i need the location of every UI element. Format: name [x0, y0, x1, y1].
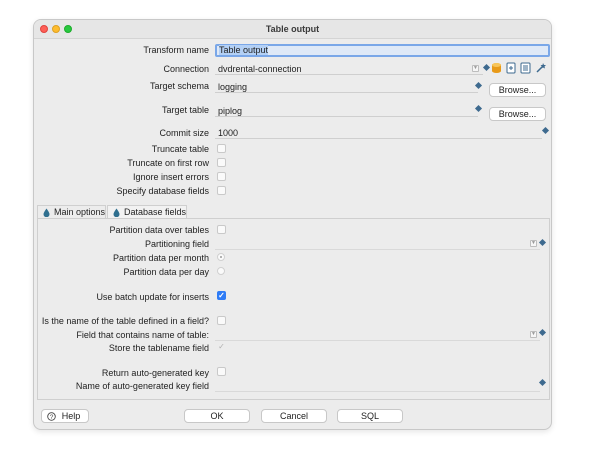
target-table-value: piplog	[218, 106, 243, 116]
table-output-dialog: Table output Transform name Table output…	[33, 19, 552, 430]
tab-database-fields-label: Database fields	[124, 207, 187, 217]
target-schema-input[interactable]: logging	[215, 81, 478, 93]
partitioning-field-chevron-icon[interactable]: ▼	[530, 240, 537, 247]
commit-size-value: 1000	[218, 128, 239, 138]
commit-size-label: Commit size	[159, 128, 209, 138]
target-schema-value: logging	[218, 82, 248, 92]
ignore-insert-errors-checkbox[interactable]	[217, 172, 226, 181]
store-tablename-checkbox[interactable]: ✓	[217, 343, 226, 352]
specify-db-fields-label: Specify database fields	[116, 186, 209, 196]
target-table-label: Target table	[161, 105, 209, 115]
store-tablename-label: Store the tablename field	[108, 343, 209, 353]
field-with-name-label: Field that contains name of table:	[76, 330, 209, 340]
transform-name-input[interactable]: Table output	[215, 44, 550, 57]
new-connection-icon[interactable]	[506, 62, 516, 74]
name-in-field-label: Is the name of the table defined in a fi…	[41, 316, 209, 326]
truncate-table-label: Truncate table	[151, 144, 209, 154]
wizard-icon[interactable]	[535, 62, 546, 74]
commit-size-input[interactable]: 1000	[215, 127, 542, 139]
ignore-insert-errors-label: Ignore insert errors	[132, 172, 209, 182]
field-with-name-select[interactable]	[215, 329, 540, 341]
target-table-input[interactable]: piplog	[215, 105, 478, 117]
target-schema-label: Target schema	[149, 81, 209, 91]
truncate-first-row-checkbox[interactable]	[217, 158, 226, 167]
partition-over-tables-label: Partition data over tables	[109, 225, 209, 235]
tab-main-options-label: Main options	[54, 207, 106, 217]
partition-per-day-radio[interactable]	[217, 267, 225, 275]
cancel-button[interactable]: Cancel	[261, 409, 327, 423]
specify-db-fields-checkbox[interactable]	[217, 186, 226, 195]
partitioning-field-label: Partitioning field	[144, 239, 209, 249]
database-icon[interactable]	[491, 62, 502, 74]
truncate-first-row-label: Truncate on first row	[127, 158, 209, 168]
sql-button[interactable]: SQL	[337, 409, 403, 423]
help-label: Help	[61, 411, 81, 421]
svg-text:?: ?	[50, 414, 54, 421]
target-table-browse-button[interactable]: Browse...	[489, 107, 546, 121]
droplet-icon	[113, 208, 120, 217]
partition-per-month-radio[interactable]	[217, 253, 225, 261]
connection-variable-diamond-icon	[482, 63, 491, 72]
connection-dropdown-chevron-icon[interactable]: ▼	[472, 65, 479, 72]
edit-connection-icon[interactable]	[520, 62, 531, 74]
key-field-name-label: Name of auto-generated key field	[75, 381, 209, 391]
batch-update-checkbox[interactable]: ✓	[217, 291, 226, 300]
partition-per-month-label: Partition data per month	[112, 253, 209, 263]
target-schema-browse-button[interactable]: Browse...	[489, 83, 546, 97]
connection-select[interactable]: dvdrental-connection	[215, 63, 483, 75]
help-icon: ?	[47, 412, 56, 421]
name-in-field-checkbox[interactable]	[217, 316, 226, 325]
connection-label: Connection	[163, 64, 209, 74]
truncate-table-checkbox[interactable]	[217, 144, 226, 153]
droplet-icon	[43, 208, 50, 217]
transform-name-label: Transform name	[143, 45, 209, 55]
partition-over-tables-checkbox[interactable]	[217, 225, 226, 234]
key-field-name-input[interactable]	[215, 380, 540, 392]
commit-size-variable-diamond-icon	[541, 126, 550, 135]
batch-update-label: Use batch update for inserts	[96, 292, 209, 302]
help-button[interactable]: ? Help	[41, 409, 89, 423]
return-keys-label: Return auto-generated key	[101, 368, 209, 378]
transform-name-value: Table output	[219, 45, 269, 55]
return-keys-checkbox[interactable]	[217, 367, 226, 376]
window-title: Table output	[265, 24, 320, 34]
field-with-name-chevron-icon[interactable]: ▼	[530, 331, 537, 338]
tab-database-fields[interactable]: Database fields	[107, 205, 187, 219]
partition-per-day-label: Partition data per day	[123, 267, 209, 277]
connection-value: dvdrental-connection	[218, 64, 302, 74]
ok-button[interactable]: OK	[184, 409, 250, 423]
partitioning-field-select[interactable]	[215, 238, 540, 250]
title-bar: Table output	[34, 20, 551, 39]
